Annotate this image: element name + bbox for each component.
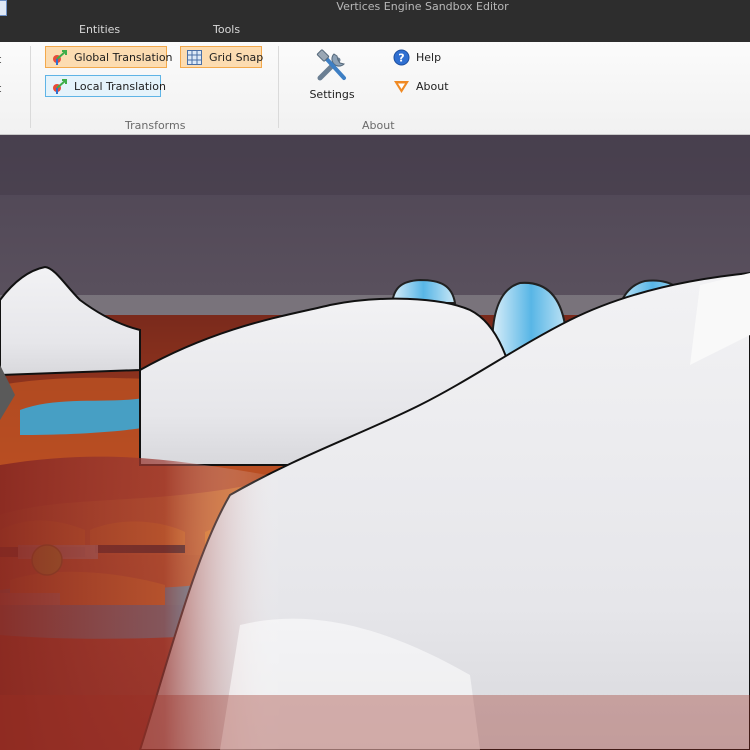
cut-off-button-label[interactable]: t — [0, 53, 1, 66]
vertices-logo-icon — [394, 80, 409, 93]
settings-button[interactable]: Settings — [304, 48, 360, 106]
grid-snap-label: Grid Snap — [209, 50, 264, 64]
global-translation-label: Global Translation — [74, 50, 173, 64]
group-separator — [472, 46, 473, 128]
tab-entities[interactable]: Entities — [79, 23, 120, 36]
translate-arrows-icon — [53, 78, 67, 94]
about-label: About — [416, 79, 449, 93]
settings-tools-icon — [316, 49, 346, 81]
scene-render — [0, 135, 750, 750]
help-icon: ? — [393, 49, 410, 65]
cut-off-button-label[interactable]: t — [0, 82, 1, 95]
tab-tools[interactable]: Tools — [213, 23, 240, 36]
help-label: Help — [416, 50, 442, 64]
title-bar: Vertices Engine Sandbox Editor — [0, 0, 750, 16]
group-separator — [278, 46, 279, 128]
group-label-transforms: Transforms — [125, 119, 186, 132]
window-title: Vertices Engine Sandbox Editor — [336, 0, 509, 13]
global-translation-button[interactable]: Global Translation — [45, 46, 173, 68]
local-translation-label: Local Translation — [74, 79, 166, 93]
local-translation-button[interactable]: Local Translation — [45, 75, 166, 97]
group-label-about: About — [362, 119, 395, 132]
settings-label: Settings — [309, 88, 355, 101]
translate-arrows-icon — [53, 49, 67, 65]
help-button[interactable]: ? Help — [387, 46, 447, 68]
group-separator — [30, 46, 31, 128]
svg-text:?: ? — [398, 51, 404, 64]
grid-snap-button[interactable]: Grid Snap — [180, 46, 264, 68]
about-button[interactable]: About — [387, 75, 451, 97]
grid-icon — [187, 49, 202, 65]
ribbon-panel: t t Global Translation Local Translation… — [0, 42, 750, 135]
3d-viewport[interactable] — [0, 135, 750, 750]
ribbon-tab-strip: Entities Tools — [0, 16, 750, 42]
